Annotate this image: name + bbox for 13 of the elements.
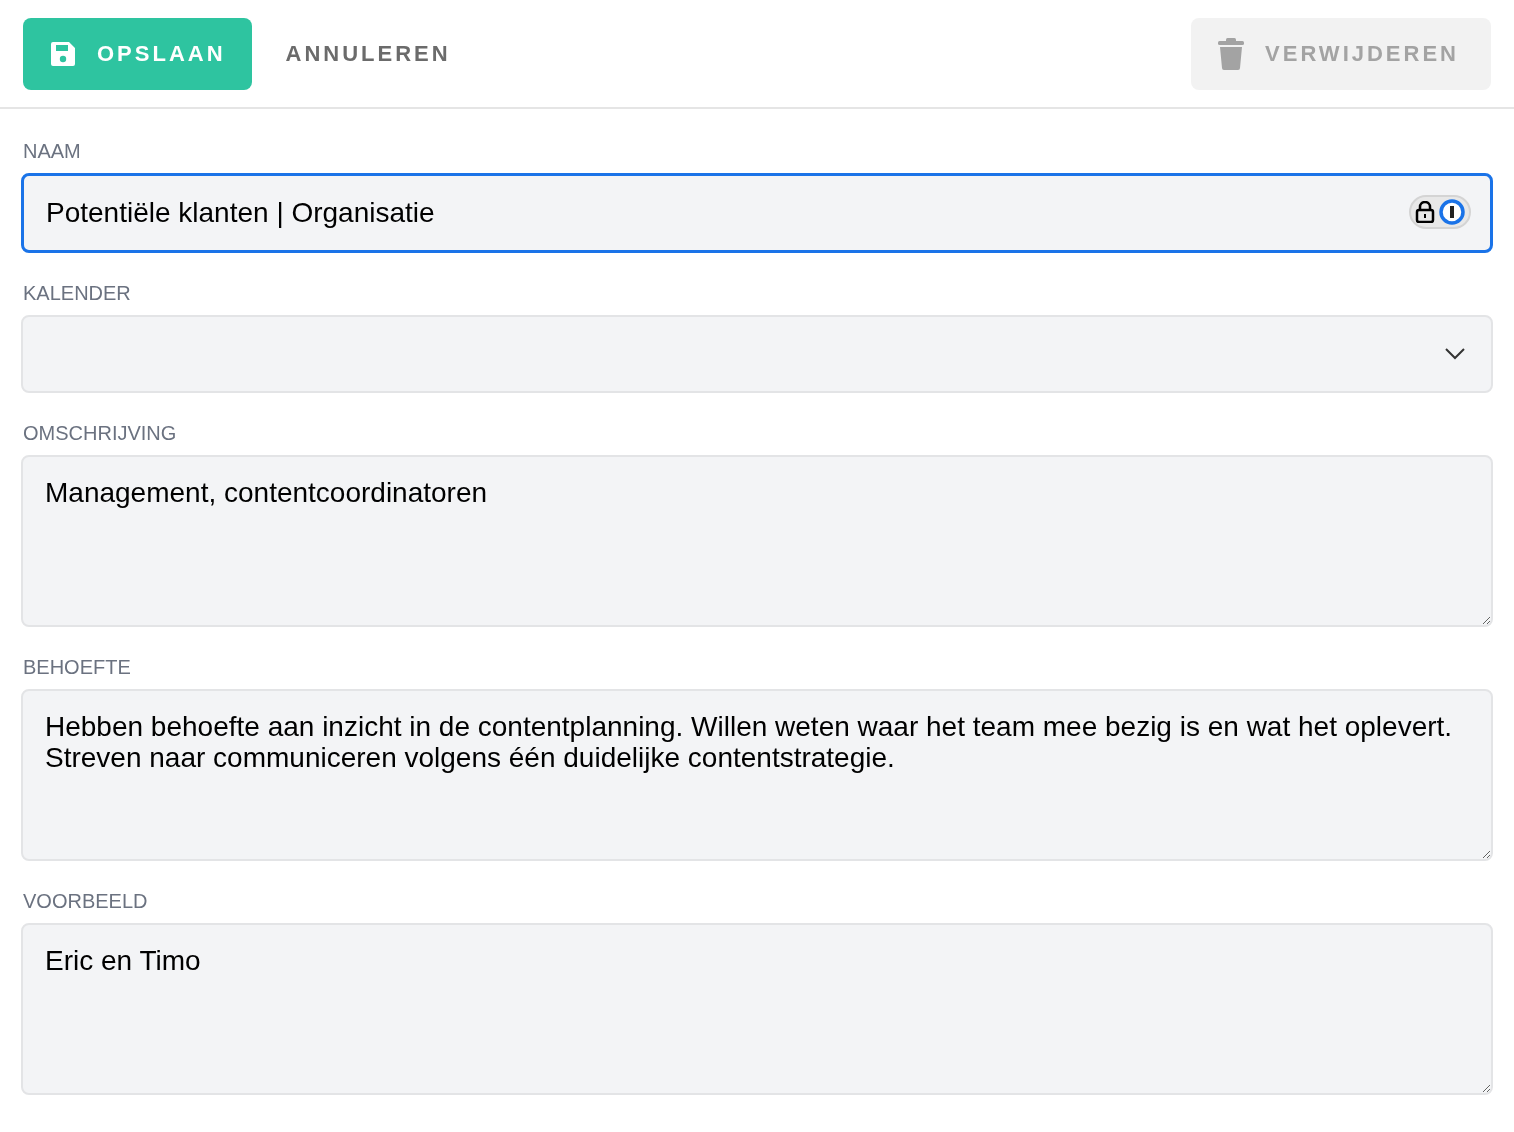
name-input-field[interactable]: Potentiële klanten | Organisatie — [21, 173, 1493, 253]
field-label: VOORBEELD — [22, 889, 149, 913]
chevron-down-icon — [1445, 348, 1465, 360]
field-label: OMSCHRIJVING — [22, 421, 178, 445]
field-label: BEHOEFTE — [22, 655, 132, 679]
password-manager-icon[interactable] — [1409, 195, 1471, 229]
text-area-field[interactable]: Eric en Timo — [21, 923, 1493, 1095]
field-label: NAAM — [22, 139, 82, 163]
trash-icon — [1217, 37, 1246, 70]
cancel-button[interactable]: ANNULEREN — [265, 17, 471, 90]
field-label: KALENDER — [22, 281, 132, 305]
text-area-field[interactable]: Hebben behoefte aan inzicht in de contentplanning. Willen weten waar het team mee bezig is en wat het oplevert. Streven naar communiceren volgens één duidelijke contentstrategie. — [21, 689, 1493, 861]
text-area-field[interactable]: Management, contentcoordinatoren — [21, 455, 1493, 627]
